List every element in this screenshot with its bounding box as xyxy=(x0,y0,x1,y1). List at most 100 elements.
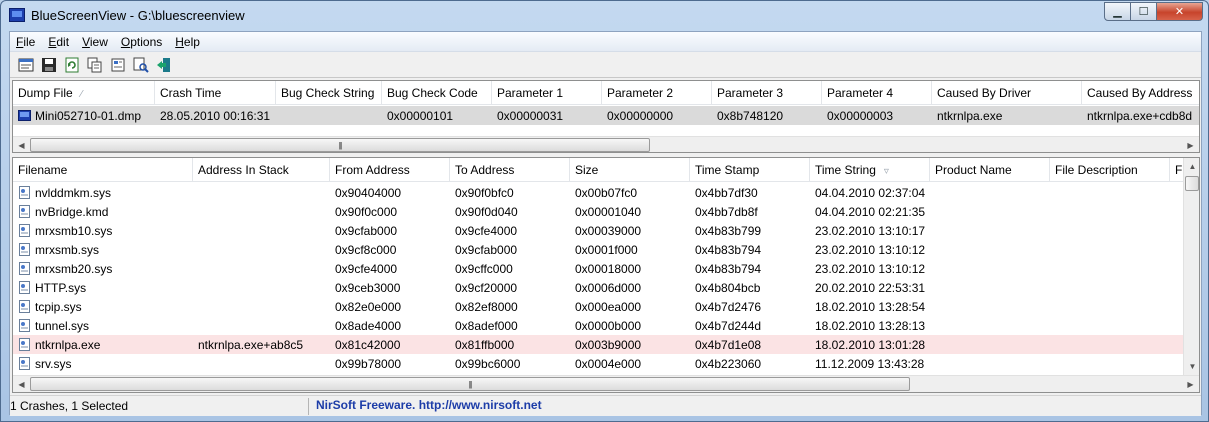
menu-options[interactable]: Options xyxy=(115,32,169,51)
column-header-address-in-stack[interactable]: Address In Stack xyxy=(193,158,330,182)
cell-filename: ntkrnlpa.exe xyxy=(13,335,193,354)
cell-text: 0x82ef8000 xyxy=(455,300,518,314)
table-row[interactable]: tcpip.sys 0x82e0e000 0x82ef8000 0x000ea000 0… xyxy=(13,297,1199,316)
cell-address-in-stack xyxy=(193,259,330,278)
refresh-button[interactable] xyxy=(63,57,80,74)
column-header-time-stamp[interactable]: Time Stamp xyxy=(690,158,810,182)
table-row[interactable]: mrxsmb20.sys 0x9cfe4000 0x9cffc000 0x000180… xyxy=(13,259,1199,278)
scroll-left-arrow[interactable]: ◀ xyxy=(13,376,30,392)
column-header-to-address[interactable]: To Address xyxy=(450,158,570,182)
scroll-down-arrow[interactable]: ▼ xyxy=(1184,358,1199,374)
driver-list-hscrollbar[interactable]: ◀ ||| ▶ xyxy=(13,375,1199,392)
menu-accelerator: V xyxy=(82,35,90,49)
hscroll-thumb[interactable]: ||| xyxy=(30,377,910,391)
scroll-up-arrow[interactable]: ▲ xyxy=(1184,158,1199,174)
cell-text: 0x00000101 xyxy=(387,109,454,123)
column-header-bug-check-code[interactable]: Bug Check Code xyxy=(382,81,492,105)
table-row[interactable]: ntkrnlpa.exe ntkrnlpa.exe+ab8c5 0x81c42000… xyxy=(13,335,1199,354)
scroll-right-arrow[interactable]: ▶ xyxy=(1182,376,1199,392)
column-header-crash-time[interactable]: Crash Time xyxy=(155,81,276,105)
column-header-file-description[interactable]: File Description xyxy=(1050,158,1170,182)
html-report-button[interactable] xyxy=(17,57,34,74)
cell-text: mrxsmb10.sys xyxy=(35,224,113,238)
cell-time-stamp: 0x4b7d1e08 xyxy=(690,335,810,354)
sort-indicator-icon: ▿ xyxy=(883,166,889,177)
dump-list[interactable]: Dump File ⁄ Crash Time Bug Check String Bug … xyxy=(12,80,1200,153)
menu-file[interactable]: File xyxy=(10,32,42,51)
table-row[interactable]: mrxsmb.sys 0x9cf8c000 0x9cfab000 0x0001f000… xyxy=(13,240,1199,259)
cell-text: 18.02.2010 13:28:54 xyxy=(815,300,926,314)
cell-parameter-3: 0x8b748120 xyxy=(712,106,822,125)
find-button[interactable] xyxy=(132,57,149,74)
table-row[interactable]: Mini052710-01.dmp 28.05.2010 00:16:31 0x00… xyxy=(13,106,1199,125)
table-row[interactable]: nvBridge.kmd 0x90f0c000 0x90f0d040 0x000010… xyxy=(13,202,1199,221)
find-icon xyxy=(133,57,149,73)
scroll-left-arrow[interactable]: ◀ xyxy=(13,137,30,152)
column-header-caused-by-address[interactable]: Caused By Address xyxy=(1082,81,1199,105)
cell-product-name xyxy=(930,278,1050,297)
save-button[interactable] xyxy=(40,57,57,74)
save-icon xyxy=(41,58,56,72)
cell-text: 0x4b804bcb xyxy=(695,281,761,295)
driver-file-icon xyxy=(19,319,30,332)
column-header-parameter-2[interactable]: Parameter 2 xyxy=(602,81,712,105)
column-header-parameter-4[interactable]: Parameter 4 xyxy=(822,81,932,105)
maximize-button[interactable]: ☐ xyxy=(1131,2,1157,21)
cell-time-string: 04.04.2010 02:21:35 xyxy=(810,202,930,221)
cell-size: 0x000ea000 xyxy=(570,297,690,316)
exit-button[interactable] xyxy=(155,57,172,74)
cell-from-address: 0x9cf8c000 xyxy=(330,240,450,259)
menu-help[interactable]: Help xyxy=(169,32,207,51)
status-bar: 1 Crashes, 1 Selected NirSoft Freeware. … xyxy=(10,395,1201,416)
cell-caused-by-driver: ntkrnlpa.exe xyxy=(932,106,1082,125)
cell-text: 0x9cfe4000 xyxy=(335,262,398,276)
minimize-button[interactable]: ▁ xyxy=(1104,2,1131,21)
column-header-time-string[interactable]: Time String ▿ xyxy=(810,158,930,182)
cell-product-name xyxy=(930,221,1050,240)
table-row[interactable]: HTTP.sys 0x9ceb3000 0x9cf20000 0x0006d000 0x… xyxy=(13,278,1199,297)
close-button[interactable]: ✕ xyxy=(1157,2,1203,21)
copy-button[interactable] xyxy=(86,57,103,74)
cell-time-stamp: 0x4bb7db8f xyxy=(690,202,810,221)
column-header-caused-by-driver[interactable]: Caused By Driver xyxy=(932,81,1082,105)
cell-parameter-1: 0x00000031 xyxy=(492,106,602,125)
column-header-label: Time Stamp xyxy=(695,163,760,177)
cell-text: 0x00000000 xyxy=(607,109,674,123)
cell-product-name xyxy=(930,335,1050,354)
table-row[interactable]: mrxsmb10.sys 0x9cfab000 0x9cfe4000 0x000390… xyxy=(13,221,1199,240)
column-header-parameter-3[interactable]: Parameter 3 xyxy=(712,81,822,105)
column-header-filename[interactable]: Filename xyxy=(13,158,193,182)
cell-text: 0x4b83b794 xyxy=(695,243,762,257)
cell-file-description xyxy=(1050,335,1170,354)
scroll-right-arrow[interactable]: ▶ xyxy=(1182,137,1199,152)
maximize-icon: ☐ xyxy=(1138,6,1149,18)
column-header-product-name[interactable]: Product Name xyxy=(930,158,1050,182)
column-header-dump-file[interactable]: Dump File ⁄ xyxy=(13,81,155,105)
menu-bar: File Edit View Options Help xyxy=(10,32,1201,52)
column-header-from-address[interactable]: From Address xyxy=(330,158,450,182)
vscroll-thumb[interactable] xyxy=(1185,176,1199,191)
table-row[interactable]: srv.sys 0x99b78000 0x99bc6000 0x0004e000 0x4… xyxy=(13,354,1199,373)
dump-list-hscrollbar[interactable]: ◀ ||| ▶ xyxy=(13,136,1199,152)
app-icon[interactable] xyxy=(9,8,25,22)
cell-text: 28.05.2010 00:16:31 xyxy=(160,109,271,123)
dump-list-header: Dump File ⁄ Crash Time Bug Check String Bug … xyxy=(13,81,1199,105)
cell-time-string: 23.02.2010 13:10:12 xyxy=(810,259,930,278)
properties-button[interactable] xyxy=(109,57,126,74)
title-bar[interactable]: BlueScreenView - G:\bluescreenview ▁ ☐ ✕ xyxy=(1,1,1208,31)
table-row[interactable]: nvlddmkm.sys 0x90404000 0x90f0bfc0 0x00b07f… xyxy=(13,183,1199,202)
menu-edit[interactable]: Edit xyxy=(42,32,76,51)
menu-view[interactable]: View xyxy=(76,32,115,51)
table-row[interactable]: tunnel.sys 0x8ade4000 0x8adef000 0x0000b000… xyxy=(13,316,1199,335)
column-header-parameter-1[interactable]: Parameter 1 xyxy=(492,81,602,105)
cell-time-string: 23.02.2010 13:10:12 xyxy=(810,240,930,259)
cell-text: Mini052710-01.dmp xyxy=(35,109,142,123)
column-header-bug-check-string[interactable]: Bug Check String xyxy=(276,81,382,105)
nirsoft-link[interactable]: NirSoft Freeware. http://www.nirsoft.net xyxy=(316,398,542,412)
column-header-size[interactable]: Size xyxy=(570,158,690,182)
window-controls: ▁ ☐ ✕ xyxy=(1104,2,1203,21)
hscroll-thumb[interactable]: ||| xyxy=(30,138,650,152)
driver-list-vscrollbar[interactable]: ▲ ▼ xyxy=(1183,158,1199,375)
cell-address-in-stack xyxy=(193,183,330,202)
driver-list[interactable]: Filename Address In Stack From Address To A… xyxy=(12,157,1200,393)
